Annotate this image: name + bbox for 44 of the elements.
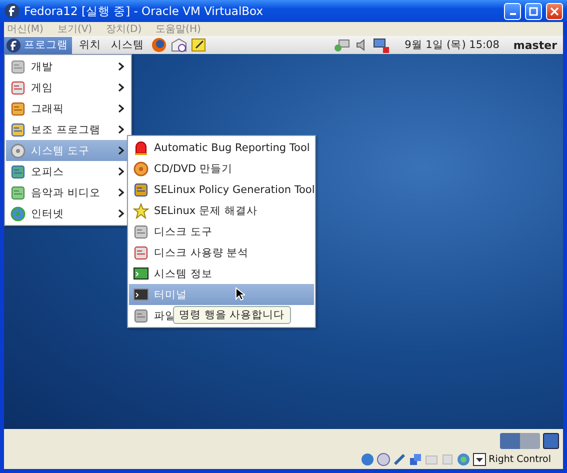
menu-item[interactable]: Automatic Bug Reporting Tool — [129, 137, 316, 158]
menu-item[interactable]: SELinux 문제 해결사 — [129, 200, 264, 221]
panel-menu[interactable]: 프로그램 — [4, 36, 72, 54]
network-icon[interactable] — [332, 38, 351, 52]
disc-icon[interactable] — [376, 452, 390, 466]
fedora-logo-icon — [4, 3, 20, 19]
menu-item[interactable]: 오피스 — [6, 161, 130, 182]
tooltip: 명령 행을 사용합니다 — [173, 306, 291, 324]
minimize-icon — [510, 12, 516, 14]
menu-item[interactable]: 게임 — [6, 77, 130, 98]
panel-menu[interactable]: 시스템 — [108, 37, 147, 53]
menu-item[interactable]: 인터넷 — [6, 203, 130, 224]
host-key-label: Right Control — [488, 454, 551, 464]
maximize-icon — [529, 6, 538, 16]
menu-item[interactable]: CD/DVD 만들기 — [129, 158, 238, 179]
display-preview — [500, 433, 540, 449]
star-icon — [133, 202, 149, 218]
monitor-icon — [133, 266, 149, 282]
user-name[interactable]: master — [513, 38, 557, 52]
menu-item[interactable]: 그래픽 — [6, 98, 130, 119]
menu-item[interactable]: 시스템 정보 — [129, 263, 218, 284]
network-disconnected-icon[interactable] — [372, 37, 389, 53]
terminal-icon — [133, 286, 149, 302]
menu-item[interactable]: 디스크 사용량 분석 — [129, 242, 255, 263]
note-pencil-icon[interactable] — [191, 37, 207, 53]
minimize-button[interactable] — [504, 2, 521, 20]
down-arrow-key-icon[interactable] — [472, 452, 486, 466]
window-title: Fedora12 [실행 중] - Oracle VM VirtualBox — [24, 4, 264, 18]
mouse-cursor-icon — [235, 287, 245, 301]
menu-item[interactable]: 개발 — [6, 56, 130, 77]
globe-icon — [10, 206, 26, 222]
clock[interactable]: 9월 1일 (목) 15:08 — [404, 38, 500, 52]
close-button[interactable] — [546, 2, 563, 20]
network-icon[interactable] — [408, 452, 422, 466]
close-icon — [550, 6, 559, 16]
menu-item[interactable]: 디스크 도구 — [129, 221, 218, 242]
menu-item[interactable]: 음악과 비디오 — [6, 182, 130, 203]
display-preview — [543, 433, 559, 449]
maximize-button[interactable] — [525, 2, 542, 20]
panel-menu[interactable]: 위치 — [76, 37, 104, 53]
menu-item[interactable]: 보조 프로그램 — [6, 119, 130, 140]
menu-item[interactable]: SELinux Policy Generation Tool — [129, 179, 321, 200]
alarm-light-icon — [133, 140, 149, 156]
disc-icon — [133, 160, 149, 176]
